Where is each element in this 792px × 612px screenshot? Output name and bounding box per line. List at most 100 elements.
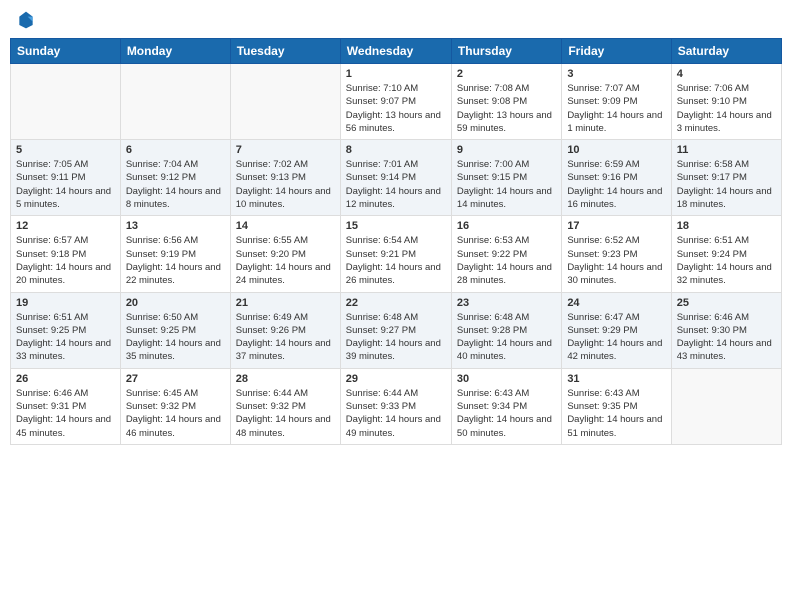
- calendar-week-row: 19 Sunrise: 6:51 AM Sunset: 9:25 PM Dayli…: [11, 292, 782, 368]
- day-number: 26: [16, 373, 115, 385]
- day-info: Sunrise: 6:58 AM Sunset: 9:17 PM Dayligh…: [677, 158, 776, 211]
- calendar-cell: 3Sunrise: 7:07 AM Sunset: 9:09 PM Daylig…: [562, 64, 671, 140]
- calendar-cell: [671, 368, 781, 444]
- weekday-header-wednesday: Wednesday: [340, 39, 451, 64]
- calendar-cell: 11 Sunrise: 6:58 AM Sunset: 9:17 PM Dayli…: [671, 140, 781, 216]
- calendar-cell: 27 Sunrise: 6:45 AM Sunset: 9:32 PM Dayli…: [120, 368, 230, 444]
- calendar-cell: 5Sunrise: 7:05 AM Sunset: 9:11 PM Daylig…: [11, 140, 121, 216]
- calendar-week-row: 1Sunrise: 7:10 AM Sunset: 9:07 PM Daylig…: [11, 64, 782, 140]
- day-info: Sunrise: 6:52 AM Sunset: 9:23 PM Dayligh…: [567, 234, 665, 287]
- day-info: Sunrise: 6:50 AM Sunset: 9:25 PM Dayligh…: [126, 311, 225, 364]
- day-info: Sunrise: 7:08 AM Sunset: 9:08 PM Dayligh…: [457, 82, 556, 135]
- day-info: Sunrise: 6:53 AM Sunset: 9:22 PM Dayligh…: [457, 234, 556, 287]
- weekday-header-thursday: Thursday: [451, 39, 561, 64]
- calendar-cell: [230, 64, 340, 140]
- calendar-cell: 6 Sunrise: 7:04 AM Sunset: 9:12 PM Daylig…: [120, 140, 230, 216]
- day-number: 13: [126, 220, 225, 232]
- day-info: Sunrise: 6:47 AM Sunset: 9:29 PM Dayligh…: [567, 311, 665, 364]
- calendar-week-row: 12Sunrise: 6:57 AM Sunset: 9:18 PM Dayli…: [11, 216, 782, 292]
- calendar-cell: 20 Sunrise: 6:50 AM Sunset: 9:25 PM Dayli…: [120, 292, 230, 368]
- calendar-cell: 13 Sunrise: 6:56 AM Sunset: 9:19 PM Dayli…: [120, 216, 230, 292]
- day-number: 19: [16, 297, 115, 309]
- calendar-cell: 26 Sunrise: 6:46 AM Sunset: 9:31 PM Dayli…: [11, 368, 121, 444]
- logo-icon: [16, 10, 36, 30]
- day-number: 2: [457, 68, 556, 80]
- calendar-cell: [11, 64, 121, 140]
- day-number: 18: [677, 220, 776, 232]
- day-number: 21: [236, 297, 335, 309]
- day-number: 15: [346, 220, 446, 232]
- day-number: 27: [126, 373, 225, 385]
- day-info: Sunrise: 6:46 AM Sunset: 9:30 PM Dayligh…: [677, 311, 776, 364]
- weekday-header-monday: Monday: [120, 39, 230, 64]
- day-number: 17: [567, 220, 665, 232]
- logo: [14, 10, 36, 30]
- day-info: Sunrise: 6:51 AM Sunset: 9:25 PM Dayligh…: [16, 311, 115, 364]
- day-number: 11: [677, 144, 776, 156]
- calendar-cell: 14 Sunrise: 6:55 AM Sunset: 9:20 PM Dayli…: [230, 216, 340, 292]
- day-number: 10: [567, 144, 665, 156]
- day-number: 20: [126, 297, 225, 309]
- calendar-cell: 1Sunrise: 7:10 AM Sunset: 9:07 PM Daylig…: [340, 64, 451, 140]
- day-number: 12: [16, 220, 115, 232]
- calendar-cell: 24Sunrise: 6:47 AM Sunset: 9:29 PM Dayli…: [562, 292, 671, 368]
- day-info: Sunrise: 6:55 AM Sunset: 9:20 PM Dayligh…: [236, 234, 335, 287]
- calendar-cell: 15 Sunrise: 6:54 AM Sunset: 9:21 PM Dayli…: [340, 216, 451, 292]
- calendar-week-row: 26 Sunrise: 6:46 AM Sunset: 9:31 PM Dayli…: [11, 368, 782, 444]
- day-number: 30: [457, 373, 556, 385]
- calendar-cell: 19 Sunrise: 6:51 AM Sunset: 9:25 PM Dayli…: [11, 292, 121, 368]
- calendar-cell: 30 Sunrise: 6:43 AM Sunset: 9:34 PM Dayli…: [451, 368, 561, 444]
- calendar-cell: 22 Sunrise: 6:48 AM Sunset: 9:27 PM Dayli…: [340, 292, 451, 368]
- day-number: 31: [567, 373, 665, 385]
- day-number: 16: [457, 220, 556, 232]
- calendar-cell: 12Sunrise: 6:57 AM Sunset: 9:18 PM Dayli…: [11, 216, 121, 292]
- day-info: Sunrise: 6:46 AM Sunset: 9:31 PM Dayligh…: [16, 387, 115, 440]
- day-number: 6: [126, 144, 225, 156]
- calendar-cell: 2 Sunrise: 7:08 AM Sunset: 9:08 PM Daylig…: [451, 64, 561, 140]
- day-info: Sunrise: 7:04 AM Sunset: 9:12 PM Dayligh…: [126, 158, 225, 211]
- calendar-table: SundayMondayTuesdayWednesdayThursdayFrid…: [10, 38, 782, 445]
- day-info: Sunrise: 7:00 AM Sunset: 9:15 PM Dayligh…: [457, 158, 556, 211]
- day-info: Sunrise: 6:48 AM Sunset: 9:27 PM Dayligh…: [346, 311, 446, 364]
- calendar-cell: 28Sunrise: 6:44 AM Sunset: 9:32 PM Dayli…: [230, 368, 340, 444]
- day-info: Sunrise: 6:51 AM Sunset: 9:24 PM Dayligh…: [677, 234, 776, 287]
- calendar-week-row: 5Sunrise: 7:05 AM Sunset: 9:11 PM Daylig…: [11, 140, 782, 216]
- day-number: 14: [236, 220, 335, 232]
- calendar-cell: 4 Sunrise: 7:06 AM Sunset: 9:10 PM Daylig…: [671, 64, 781, 140]
- day-number: 23: [457, 297, 556, 309]
- day-info: Sunrise: 6:44 AM Sunset: 9:32 PM Dayligh…: [236, 387, 335, 440]
- day-number: 29: [346, 373, 446, 385]
- day-number: 7: [236, 144, 335, 156]
- weekday-header-friday: Friday: [562, 39, 671, 64]
- weekday-header-sunday: Sunday: [11, 39, 121, 64]
- day-info: Sunrise: 6:56 AM Sunset: 9:19 PM Dayligh…: [126, 234, 225, 287]
- day-info: Sunrise: 6:54 AM Sunset: 9:21 PM Dayligh…: [346, 234, 446, 287]
- calendar-cell: 17 Sunrise: 6:52 AM Sunset: 9:23 PM Dayli…: [562, 216, 671, 292]
- day-number: 9: [457, 144, 556, 156]
- calendar-cell: 31 Sunrise: 6:43 AM Sunset: 9:35 PM Dayli…: [562, 368, 671, 444]
- day-number: 4: [677, 68, 776, 80]
- day-info: Sunrise: 6:44 AM Sunset: 9:33 PM Dayligh…: [346, 387, 446, 440]
- day-info: Sunrise: 6:43 AM Sunset: 9:34 PM Dayligh…: [457, 387, 556, 440]
- page-header: [10, 10, 782, 30]
- calendar-cell: 10 Sunrise: 6:59 AM Sunset: 9:16 PM Dayli…: [562, 140, 671, 216]
- day-info: Sunrise: 6:45 AM Sunset: 9:32 PM Dayligh…: [126, 387, 225, 440]
- day-number: 5: [16, 144, 115, 156]
- day-number: 25: [677, 297, 776, 309]
- calendar-cell: 8 Sunrise: 7:01 AM Sunset: 9:14 PM Daylig…: [340, 140, 451, 216]
- day-info: Sunrise: 6:59 AM Sunset: 9:16 PM Dayligh…: [567, 158, 665, 211]
- weekday-header-row: SundayMondayTuesdayWednesdayThursdayFrid…: [11, 39, 782, 64]
- day-number: 8: [346, 144, 446, 156]
- weekday-header-tuesday: Tuesday: [230, 39, 340, 64]
- day-info: Sunrise: 7:02 AM Sunset: 9:13 PM Dayligh…: [236, 158, 335, 211]
- day-info: Sunrise: 7:07 AM Sunset: 9:09 PM Dayligh…: [567, 82, 665, 135]
- calendar-cell: 7 Sunrise: 7:02 AM Sunset: 9:13 PM Daylig…: [230, 140, 340, 216]
- day-info: Sunrise: 7:06 AM Sunset: 9:10 PM Dayligh…: [677, 82, 776, 135]
- calendar-cell: 21Sunrise: 6:49 AM Sunset: 9:26 PM Dayli…: [230, 292, 340, 368]
- day-info: Sunrise: 7:01 AM Sunset: 9:14 PM Dayligh…: [346, 158, 446, 211]
- calendar-cell: 25 Sunrise: 6:46 AM Sunset: 9:30 PM Dayli…: [671, 292, 781, 368]
- calendar-cell: 29 Sunrise: 6:44 AM Sunset: 9:33 PM Dayli…: [340, 368, 451, 444]
- day-info: Sunrise: 6:43 AM Sunset: 9:35 PM Dayligh…: [567, 387, 665, 440]
- calendar-cell: 23Sunrise: 6:48 AM Sunset: 9:28 PM Dayli…: [451, 292, 561, 368]
- day-number: 22: [346, 297, 446, 309]
